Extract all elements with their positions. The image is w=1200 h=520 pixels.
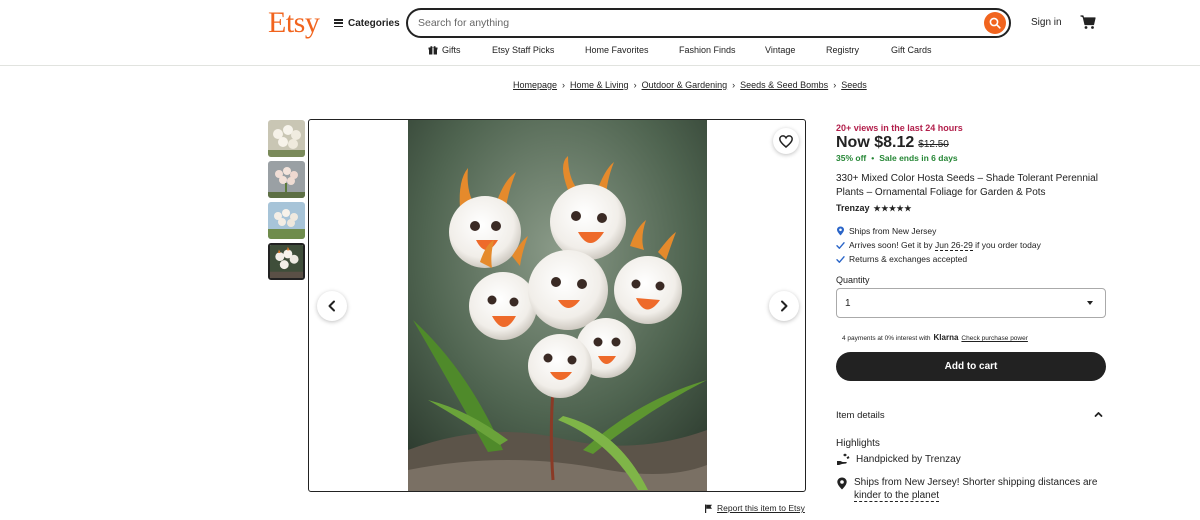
main-image-viewer xyxy=(308,119,806,492)
klarna-text: 4 payments at 0% interest with xyxy=(842,335,931,342)
nav-item-staff-picks[interactable]: Etsy Staff Picks xyxy=(492,45,554,55)
nav-label: Gifts xyxy=(442,45,461,55)
handpicked-shop: Trenzay xyxy=(924,454,961,465)
nav-item-vintage[interactable]: Vintage xyxy=(765,45,795,55)
next-image-button[interactable] xyxy=(769,291,799,321)
search-icon xyxy=(989,17,1001,29)
current-price: Now $8.12 xyxy=(836,134,915,151)
nav-item-gift-cards[interactable]: Gift Cards xyxy=(891,45,932,55)
cart-icon xyxy=(1080,15,1096,29)
ships-from-row: Ships from New Jersey xyxy=(836,226,936,236)
shipping-note: Ships from New Jersey! Shorter shipping … xyxy=(854,477,1098,502)
original-price: $12.50 xyxy=(918,139,949,150)
flag-icon xyxy=(705,504,712,513)
quantity-select[interactable]: 1 xyxy=(836,288,1106,318)
handpicked-row: Handpicked by Trenzay xyxy=(836,453,1106,466)
breadcrumb-link[interactable]: Seeds & Seed Bombs xyxy=(740,80,828,90)
nav-item-home-favorites[interactable]: Home Favorites xyxy=(585,45,649,55)
thumbnail-4[interactable] xyxy=(268,243,305,280)
thumbnail-image xyxy=(270,245,303,278)
hamburger-icon xyxy=(334,19,343,27)
product-image xyxy=(408,120,707,491)
thumbnail-2[interactable] xyxy=(268,161,305,198)
kinder-planet-link[interactable]: kinder to the planet xyxy=(854,490,940,502)
thumbnail-1[interactable] xyxy=(268,120,305,157)
handpicked-label: Handpicked by Trenzay xyxy=(856,454,961,465)
chevron-right-icon: › xyxy=(732,80,736,90)
top-nav: Gifts Etsy Staff Picks Home Favorites Fa… xyxy=(0,45,1200,59)
cart-button[interactable] xyxy=(1079,13,1097,31)
item-details-label: Item details xyxy=(836,410,885,421)
arrival-label: Arrives soon! Get it by Jun 26-29 if you… xyxy=(849,240,1041,251)
checkmark-icon xyxy=(836,255,845,263)
categories-label: Categories xyxy=(348,17,400,29)
search-bar xyxy=(406,8,1011,38)
nav-item-gifts[interactable]: Gifts xyxy=(428,45,461,55)
discount-label: 35% off xyxy=(836,153,867,163)
thumbnail-image xyxy=(268,202,305,239)
klarna-link[interactable]: Check purchase power xyxy=(961,335,1027,342)
product-photo xyxy=(408,120,707,491)
add-to-cart-button[interactable]: Add to cart xyxy=(836,352,1106,381)
highlights-heading: Highlights xyxy=(836,438,880,449)
bullet-separator: • xyxy=(871,153,875,163)
sign-in-link[interactable]: Sign in xyxy=(1031,17,1062,28)
chevron-right-icon: › xyxy=(633,80,637,90)
location-pin-icon xyxy=(837,226,844,236)
report-label: Report this item to Etsy xyxy=(717,503,805,513)
quantity-value: 1 xyxy=(845,298,851,309)
hand-icon xyxy=(837,453,850,465)
favorite-button[interactable] xyxy=(773,128,799,154)
chevron-right-icon xyxy=(781,300,788,312)
search-input[interactable] xyxy=(418,15,978,31)
site-header: Etsy Categories Sign in xyxy=(0,0,1200,66)
arrival-row: Arrives soon! Get it by Jun 26-29 if you… xyxy=(836,240,1041,251)
klarna-logo: Klarna xyxy=(933,333,959,342)
views-badge: 20+ views in the last 24 hours xyxy=(836,123,963,133)
sale-info: 35% off • Sale ends in 6 days xyxy=(836,153,958,163)
search-button[interactable] xyxy=(984,12,1006,34)
breadcrumb-link[interactable]: Home & Living xyxy=(570,80,629,90)
sale-ends-label: Sale ends in 6 days xyxy=(879,153,958,163)
quantity-label: Quantity xyxy=(836,275,870,285)
klarna-info: 4 payments at 0% interest with Klarna Ch… xyxy=(842,333,1028,342)
checkmark-icon xyxy=(836,241,845,249)
ships-from-label: Ships from New Jersey xyxy=(849,226,937,236)
price-row: Now $8.12 $12.50 xyxy=(836,134,949,152)
chevron-right-icon: › xyxy=(833,80,837,90)
caret-down-icon xyxy=(1087,301,1093,305)
item-details-toggle[interactable]: Item details xyxy=(836,410,1106,421)
gift-icon xyxy=(428,46,438,55)
chevron-left-icon xyxy=(328,300,335,312)
thumbnail-3[interactable] xyxy=(268,202,305,239)
breadcrumb-link[interactable]: Outdoor & Gardening xyxy=(642,80,728,90)
chevron-right-icon: › xyxy=(562,80,566,90)
chevron-up-icon xyxy=(1094,412,1103,417)
location-pin-icon xyxy=(837,477,847,490)
arrival-date[interactable]: Jun 26-29 xyxy=(934,240,973,251)
categories-button[interactable]: Categories xyxy=(334,14,400,32)
product-title: 330+ Mixed Color Hosta Seeds – Shade Tol… xyxy=(836,173,1098,198)
shop-info: Trenzay ★★★★★ xyxy=(836,203,912,213)
nav-item-registry[interactable]: Registry xyxy=(826,45,859,55)
previous-image-button[interactable] xyxy=(317,291,347,321)
breadcrumb-link[interactable]: Seeds xyxy=(841,80,867,90)
breadcrumb: Homepage › Home & Living › Outdoor & Gar… xyxy=(513,80,867,90)
thumbnail-image xyxy=(268,120,305,157)
returns-label: Returns & exchanges accepted xyxy=(849,254,968,264)
report-item-link[interactable]: Report this item to Etsy xyxy=(704,503,805,513)
etsy-logo[interactable]: Etsy xyxy=(268,6,320,40)
shop-name-link[interactable]: Trenzay xyxy=(836,203,870,213)
returns-row: Returns & exchanges accepted xyxy=(836,254,967,264)
breadcrumb-link[interactable]: Homepage xyxy=(513,80,557,90)
heart-icon xyxy=(779,134,793,148)
shipping-note-row: Ships from New Jersey! Shorter shipping … xyxy=(836,476,1106,502)
thumbnail-image xyxy=(268,161,305,198)
star-rating[interactable]: ★★★★★ xyxy=(874,204,912,213)
nav-item-fashion-finds[interactable]: Fashion Finds xyxy=(679,45,736,55)
